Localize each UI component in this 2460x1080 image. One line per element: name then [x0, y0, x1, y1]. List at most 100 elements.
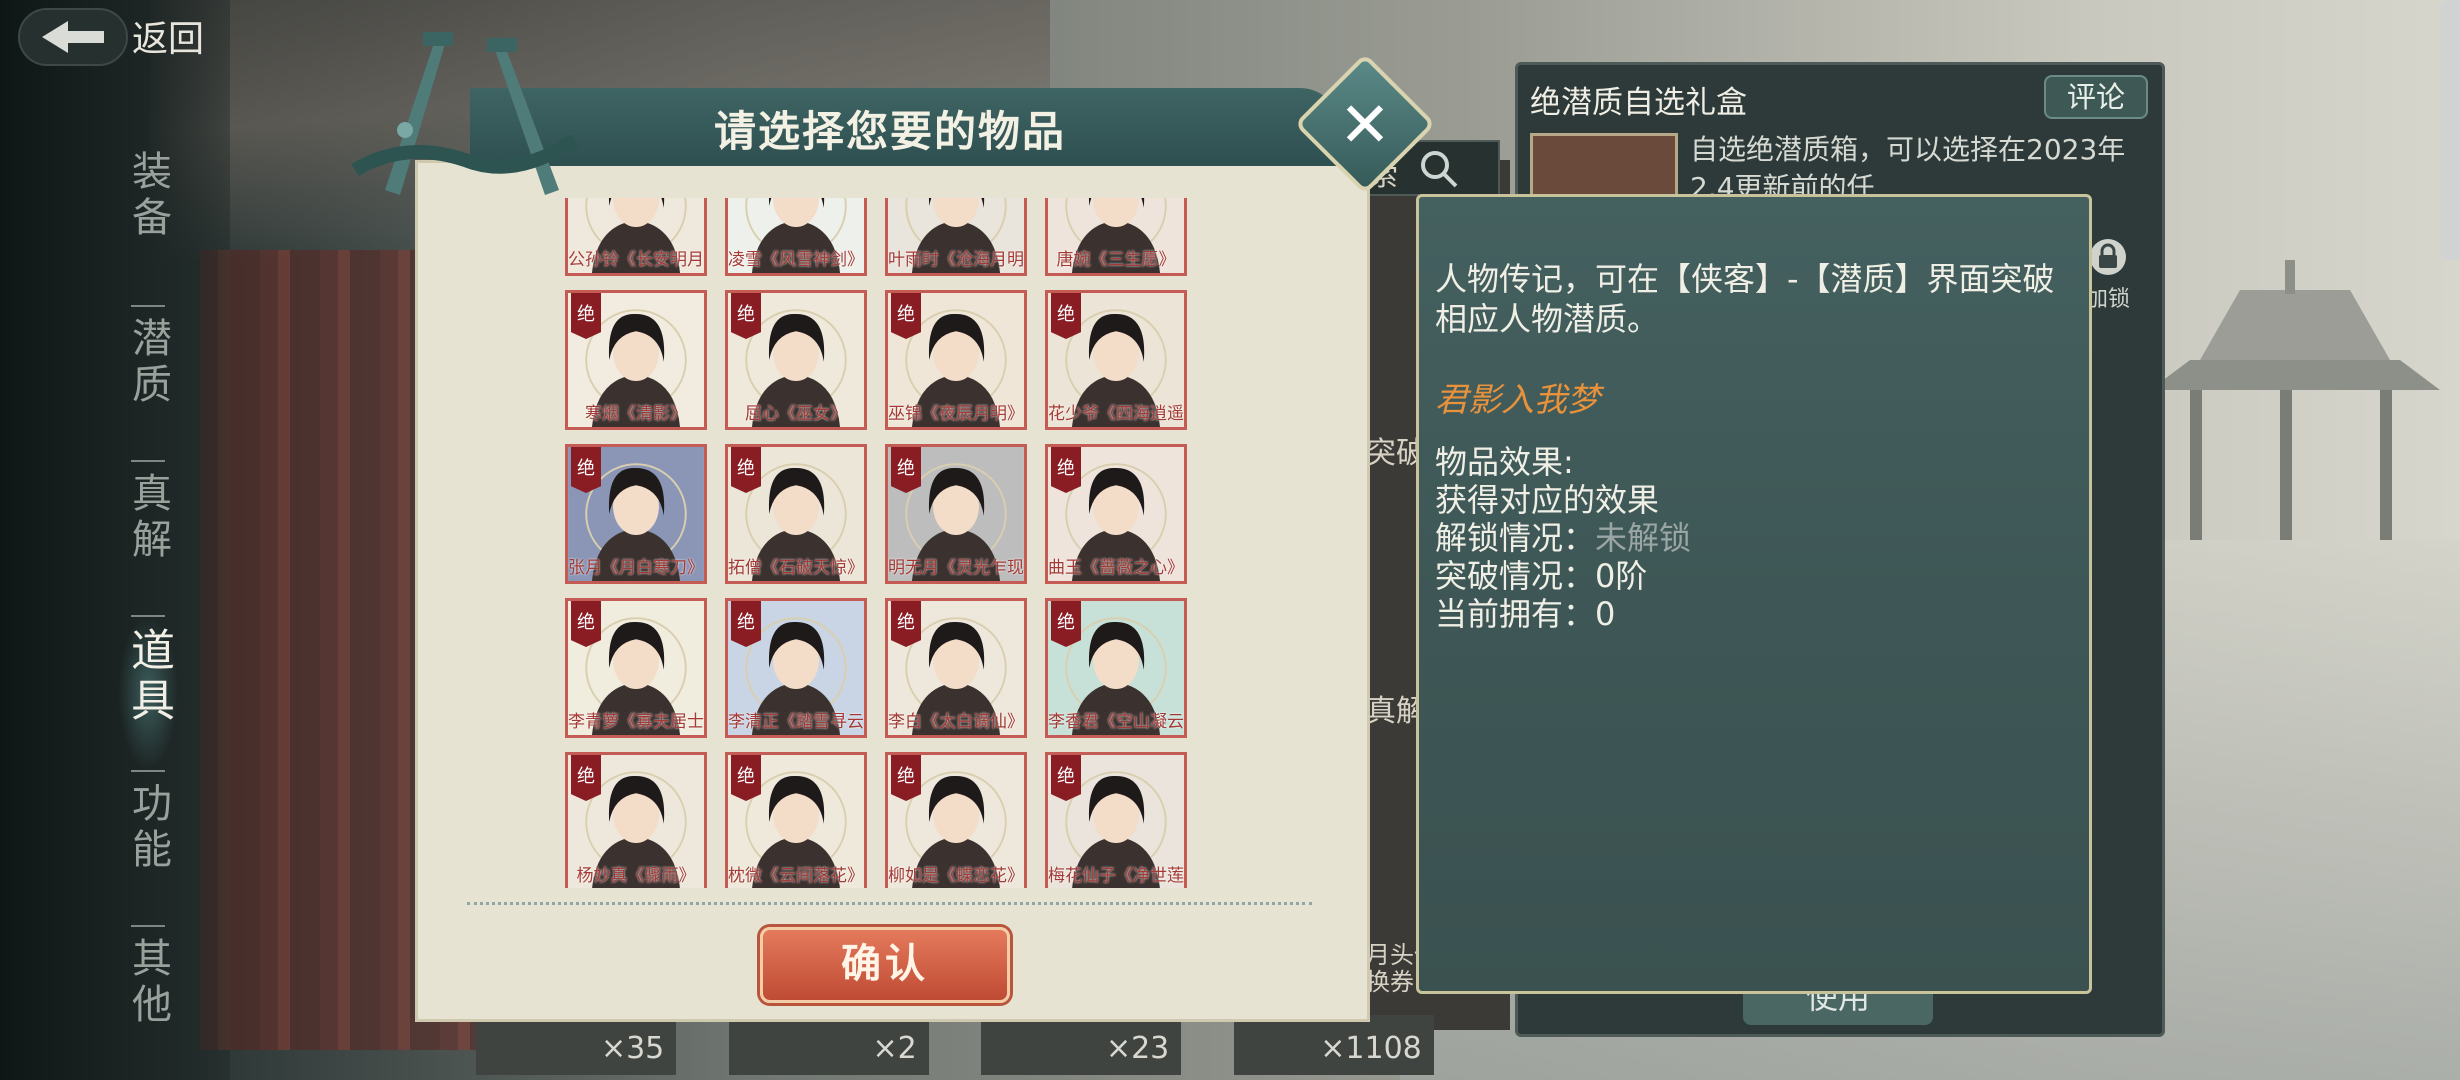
- item-count: ×1108: [1233, 1015, 1434, 1075]
- lock-icon: [2090, 239, 2126, 275]
- bag-item-counts: ×35 ×2 ×23 ×1108: [450, 1015, 1460, 1080]
- rarity-badge: 绝: [1051, 293, 1081, 339]
- character-card[interactable]: 绝巫锦《夜辰月明》: [885, 290, 1027, 430]
- nav-item-potential[interactable]: 潜质: [118, 305, 178, 460]
- character-name: 李青萝《寡夫居士》: [568, 712, 707, 732]
- nav-divider: [131, 925, 165, 927]
- category-nav: 装备 潜质 真解 道具 功能 其他: [118, 150, 178, 1080]
- item-count: ×35: [476, 1015, 677, 1075]
- break-status-row: 突破情况：0阶: [1435, 557, 1691, 595]
- nav-divider: [131, 305, 165, 307]
- rarity-badge-label: 绝: [1057, 304, 1075, 325]
- character-grid: 公孙铃《长安明月》凌雪《风雪神剑》 叶雨时《沧海月明》 唐婉《三生愿》绝寒烟《清影》…: [565, 198, 1187, 888]
- character-card[interactable]: 绝枕微《云间落花》: [725, 752, 867, 888]
- nav-item-true-solution[interactable]: 真解: [118, 460, 178, 615]
- close-icon[interactable]: ✕: [1315, 74, 1415, 174]
- rarity-badge: 绝: [891, 447, 921, 493]
- character-name: 巫锦《夜辰月明》: [888, 404, 1024, 424]
- coupon-text-fragment: 换券: [1366, 968, 1414, 996]
- character-card[interactable]: 绝柳如是《蝶恋花》: [885, 752, 1027, 888]
- character-card[interactable]: 绝李香君《空山凝云》: [1045, 598, 1187, 738]
- dialog-title: 请选择您要的物品: [713, 107, 1066, 156]
- back-arrow-icon: [42, 21, 104, 53]
- rarity-badge: 绝: [571, 447, 601, 493]
- edge-handle[interactable]: [2440, 0, 2460, 260]
- rarity-badge-label: 绝: [577, 304, 595, 325]
- rarity-badge: 绝: [571, 293, 601, 339]
- item-count: ×2: [728, 1015, 929, 1075]
- nav-divider: [131, 460, 165, 462]
- nav-item-props[interactable]: 道具: [118, 615, 178, 770]
- item-count: ×23: [981, 1015, 1182, 1075]
- character-name: 张月《月白寒刀》: [568, 558, 704, 578]
- character-card[interactable]: 绝屈心《巫女》: [725, 290, 867, 430]
- comment-button[interactable]: 评论: [2044, 75, 2148, 119]
- rarity-badge: 绝: [891, 601, 921, 647]
- nav-item-label: 其他: [125, 937, 171, 1029]
- rarity-badge-label: 绝: [1057, 766, 1075, 787]
- character-name: 花少爷《四海逍遥》: [1048, 404, 1187, 424]
- rarity-badge-label: 绝: [577, 458, 595, 479]
- character-card[interactable]: 绝李青萝《寡夫居士》: [565, 598, 707, 738]
- nav-item-function[interactable]: 功能: [118, 770, 178, 925]
- character-card[interactable]: 绝明无月《灵光乍现》: [885, 444, 1027, 584]
- character-name: 曲玉《蔷薇之心》: [1048, 558, 1184, 578]
- character-name: 凌雪《风雪神剑》: [728, 250, 864, 270]
- character-name: 李香君《空山凝云》: [1048, 712, 1187, 732]
- character-card[interactable]: 绝花少爷《四海逍遥》: [1045, 290, 1187, 430]
- nav-item-label: 功能: [125, 782, 171, 874]
- rarity-badge: 绝: [731, 293, 761, 339]
- tooltip-quote: 君影入我梦: [1435, 380, 1600, 419]
- character-card[interactable]: 绝张月《月白寒刀》: [565, 444, 707, 584]
- rarity-badge: 绝: [731, 447, 761, 493]
- gift-box-title: 绝潜质自选礼盒: [1530, 85, 1747, 121]
- rarity-badge-label: 绝: [737, 458, 755, 479]
- nav-item-other[interactable]: 其他: [118, 925, 178, 1080]
- rarity-badge-label: 绝: [897, 612, 915, 633]
- owned-label: 当前拥有：: [1435, 595, 1596, 633]
- character-card[interactable]: 绝李白《太白谪仙》: [885, 598, 1027, 738]
- rarity-badge-label: 绝: [737, 304, 755, 325]
- character-card[interactable]: 绝李清正《踏雪寻云》: [725, 598, 867, 738]
- effect-heading: 物品效果:: [1435, 443, 1574, 481]
- character-name: 叶雨时《沧海月明》: [888, 250, 1027, 270]
- back-button[interactable]: [18, 8, 128, 66]
- tooltip-effects: 物品效果: 获得对应的效果 解锁情况：未解锁 突破情况：0阶 当前拥有：0: [1435, 443, 1691, 633]
- character-name: 李清正《踏雪寻云》: [728, 712, 867, 732]
- character-card[interactable]: 绝梅花仙子《净世莲火》: [1045, 752, 1187, 888]
- confirm-button[interactable]: 确认: [760, 927, 1010, 1003]
- nav-item-label: 潜质: [125, 317, 171, 409]
- nav-divider: [131, 615, 165, 617]
- nav-item-label: 装备: [125, 150, 171, 242]
- character-name: 李白《太白谪仙》: [888, 712, 1024, 732]
- character-card[interactable]: 叶雨时《沧海月明》: [885, 198, 1027, 276]
- character-card[interactable]: 唐婉《三生愿》: [1045, 198, 1187, 276]
- character-card[interactable]: 绝拓僧《石破天惊》: [725, 444, 867, 584]
- nav-item-equipment[interactable]: 装备: [118, 150, 178, 305]
- owned-row: 当前拥有：0: [1435, 595, 1691, 633]
- rarity-badge-label: 绝: [1057, 458, 1075, 479]
- unlock-status-row: 解锁情况：未解锁: [1435, 519, 1691, 557]
- rarity-badge-label: 绝: [737, 612, 755, 633]
- search-icon[interactable]: [1418, 148, 1460, 190]
- character-card[interactable]: 公孙铃《长安明月》: [565, 198, 707, 276]
- item-tooltip: 人物传记，可在【侠客】-【潜质】界面突破相应人物潜质。 君影入我梦 物品效果: …: [1416, 194, 2092, 994]
- back-label[interactable]: 返回: [132, 10, 204, 62]
- rarity-badge: 绝: [731, 755, 761, 801]
- rarity-badge: 绝: [891, 293, 921, 339]
- character-name: 明无月《灵光乍现》: [888, 558, 1027, 578]
- character-card[interactable]: 绝寒烟《清影》: [565, 290, 707, 430]
- rarity-badge: 绝: [571, 601, 601, 647]
- break-value: 0阶: [1595, 557, 1648, 595]
- rarity-badge-label: 绝: [897, 766, 915, 787]
- crossed-swords-ornament: [351, 32, 579, 195]
- unlock-value: 未解锁: [1595, 519, 1692, 557]
- character-name: 杨妙真《骤雨》: [576, 866, 696, 886]
- nav-divider: [131, 770, 165, 772]
- character-card[interactable]: 凌雪《风雪神剑》: [725, 198, 867, 276]
- owned-value: 0: [1595, 595, 1616, 633]
- character-card[interactable]: 绝杨妙真《骤雨》: [565, 752, 707, 888]
- character-card[interactable]: 绝曲玉《蔷薇之心》: [1045, 444, 1187, 584]
- pavilion-silhouette: [2150, 260, 2440, 540]
- rarity-badge: 绝: [1051, 447, 1081, 493]
